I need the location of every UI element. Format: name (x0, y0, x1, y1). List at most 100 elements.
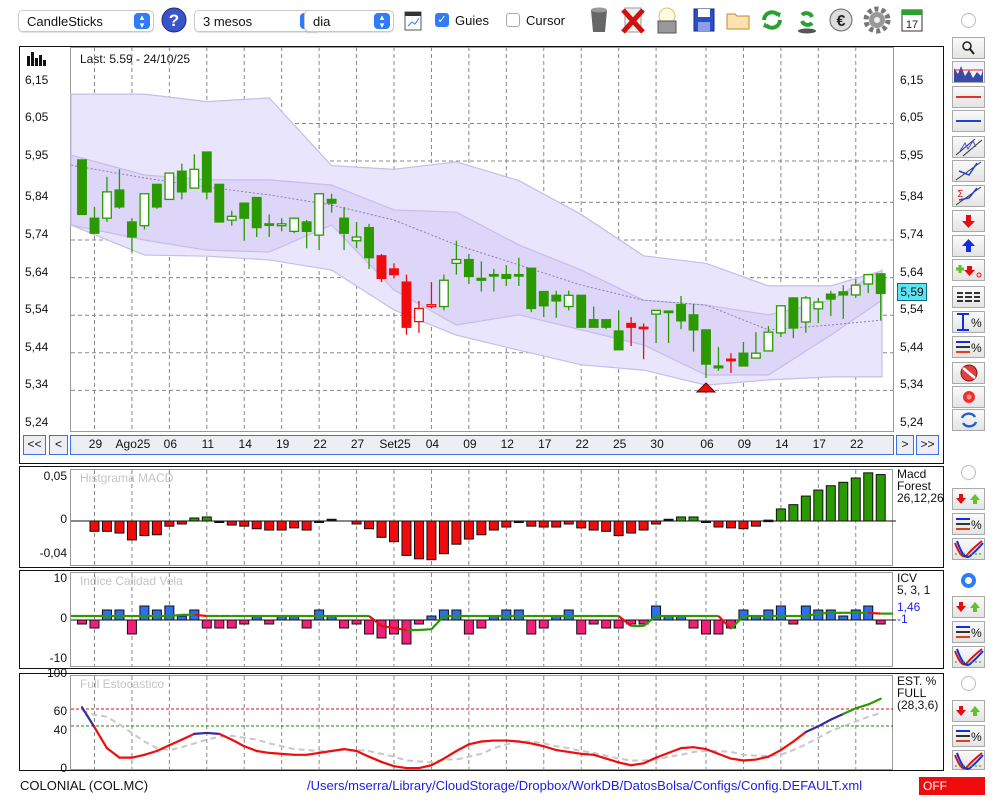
bar-chart-icon[interactable] (27, 52, 49, 69)
sell-buy-arrows-button[interactable] (952, 700, 985, 722)
main-panel-radio[interactable] (961, 13, 976, 28)
grid-lines-icon (957, 292, 980, 302)
zoom-icon (962, 41, 975, 55)
price-axis-label: 5,44 (25, 339, 49, 354)
oscillator-curve-button[interactable] (952, 750, 985, 770)
level-percent-button[interactable]: % (952, 621, 985, 643)
euro-icon[interactable]: € (826, 5, 856, 35)
save-icon[interactable] (689, 5, 719, 35)
refresh-icon[interactable] (757, 5, 787, 35)
nav-first-button[interactable]: << (23, 435, 46, 455)
sell-buy-arrows-button[interactable] (952, 596, 985, 618)
date-label: 17 (812, 437, 826, 451)
stochastic-title: Full Estocastico (80, 677, 165, 691)
swap-icon (960, 412, 978, 428)
nav-last-button[interactable]: >> (916, 435, 939, 455)
last-price-tag: 5,59 (897, 283, 927, 301)
level-percent-icon: % (956, 626, 982, 640)
sigma-trendline-icon: Σ (955, 186, 982, 206)
lamp-icon[interactable] (652, 5, 682, 35)
svg-text:€: € (837, 13, 846, 30)
macd-plot-area[interactable] (70, 469, 893, 566)
stochastic-legend: EST. % FULL (28,3,6) (897, 675, 938, 711)
oscillator-curve-button[interactable] (952, 538, 985, 560)
red-line-button[interactable] (952, 86, 985, 108)
level-percent-button[interactable]: % (952, 336, 985, 358)
price-axis-label: 5,24 (25, 415, 49, 429)
record-button[interactable] (952, 386, 985, 408)
help-icon[interactable]: ? (160, 6, 188, 34)
macd-panel-radio[interactable] (961, 465, 976, 480)
calendar-day: 17 (906, 19, 918, 31)
trendline-button[interactable] (952, 160, 985, 182)
blue-line-button[interactable] (952, 110, 985, 132)
period-value: 3 mesos (203, 14, 253, 29)
grid-lines-button[interactable] (952, 286, 985, 308)
zoom-button[interactable] (952, 37, 985, 59)
swap-button[interactable] (952, 409, 985, 431)
price-axis-label-right: 6,15 (900, 72, 924, 87)
status-off-badge[interactable]: OFF (919, 777, 985, 795)
svg-text:?: ? (169, 11, 179, 30)
guides-checkbox[interactable]: ✓ (435, 13, 449, 27)
volume-profile-icon (953, 62, 984, 82)
indicator-axis-label: -10 (49, 651, 67, 665)
indicator-axis-label: 0,05 (43, 469, 67, 483)
period-select[interactable]: 3 mesos ▴▾ (194, 10, 320, 32)
price-axis-label-right: 6,05 (900, 110, 924, 125)
icv-legend: ICV 5, 3, 1 1,46 -1 (897, 572, 930, 625)
last-price-label: Last: 5.59 - 24/10/25 (80, 52, 191, 66)
chart-type-select[interactable]: CandleSticks ▴ ▾ (18, 10, 154, 32)
sell-buy-arrows-icon (956, 494, 980, 504)
volume-profile-button[interactable] (952, 61, 985, 83)
sigma-trendline-button[interactable]: Σ (952, 185, 985, 207)
nav-next-button[interactable]: > (896, 435, 914, 455)
sell-buy-arrows-button[interactable] (952, 488, 985, 510)
date-label: 06 (700, 437, 714, 451)
price-plot-area[interactable] (70, 47, 894, 432)
chevron-updown-icon: ▴▾ (134, 13, 150, 30)
date-axis-strip[interactable]: 29 Ago25 06 11 14 19 22 27 Set25 04 09 12 17 22 25 30 06… (70, 435, 894, 455)
oscillator-curve-button[interactable] (952, 646, 985, 668)
macd-legend: Macd Forest 26,12,26 (897, 468, 944, 504)
sync-icon[interactable] (792, 5, 822, 35)
delete-icon[interactable] (618, 5, 648, 35)
channel-icon (955, 138, 983, 157)
svg-text:%: % (971, 341, 982, 355)
calendar-icon[interactable]: 17 (900, 7, 924, 33)
stop-button[interactable] (952, 362, 985, 384)
chart-settings-icon[interactable] (404, 11, 422, 31)
legend-line: 26,12,26 (897, 491, 944, 505)
date-label: 09 (737, 437, 752, 451)
buy-arrow-button[interactable] (952, 235, 985, 257)
stochastic-plot-area[interactable] (70, 675, 893, 770)
icv-plot-area[interactable] (70, 572, 893, 667)
macd-title: Histgrama MACD (80, 471, 174, 485)
trash-icon[interactable] (584, 5, 614, 35)
folder-icon[interactable] (723, 5, 753, 35)
sell-arrow-button[interactable] (952, 210, 985, 232)
indicator-axis-label: 0 (60, 761, 67, 775)
config-path-link[interactable]: /Users/mserra/Library/CloudStorage/Dropb… (307, 778, 862, 793)
svg-text:%: % (971, 626, 982, 640)
svg-text:Σ: Σ (957, 189, 963, 200)
gear-icon[interactable] (862, 5, 892, 35)
icv-panel-radio[interactable] (961, 573, 976, 588)
date-label: 19 (275, 437, 290, 451)
cursor-checkbox[interactable] (506, 13, 520, 27)
price-axis-label: 5,64 (25, 264, 49, 279)
price-axis-label-right: 5,24 (900, 415, 924, 429)
date-label: 22 (575, 437, 589, 451)
level-percent-button[interactable]: % (952, 513, 985, 535)
level-percent-button[interactable]: % (952, 725, 985, 747)
add-signal-button[interactable] (952, 259, 985, 281)
price-axis-label: 5,74 (25, 227, 49, 241)
channel-button[interactable] (952, 136, 985, 158)
price-axis-label: 6,15 (25, 72, 49, 87)
interval-select[interactable]: dia ▴ ▾ (304, 10, 394, 32)
oscillator-curve-icon (954, 752, 984, 770)
date-label: 30 (650, 437, 664, 451)
nav-prev-button[interactable]: < (49, 435, 68, 455)
range-percent-button[interactable]: % (952, 311, 985, 333)
stochastic-panel-radio[interactable] (961, 676, 976, 691)
